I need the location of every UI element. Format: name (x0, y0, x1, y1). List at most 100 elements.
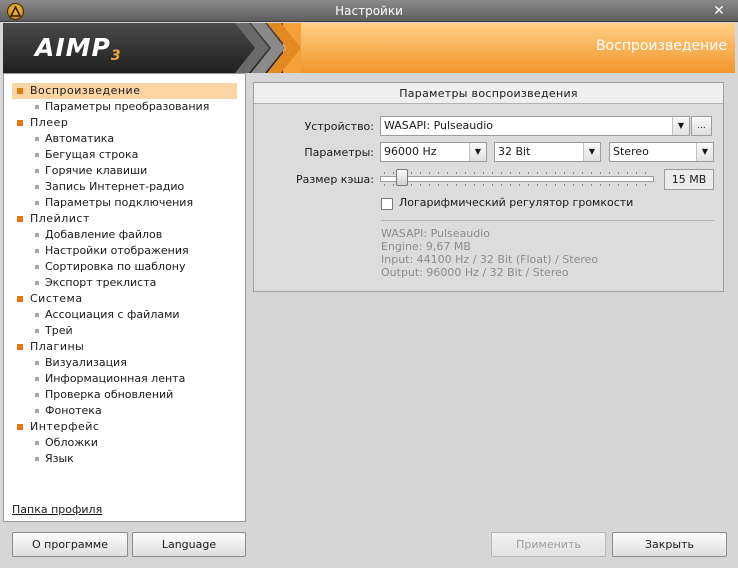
tree-subitem[interactable]: Параметры преобразования (12, 99, 237, 115)
tree-item-label: Добавление файлов (45, 228, 163, 241)
bullet-icon (17, 120, 23, 126)
tree-subitem[interactable]: Параметры подключения (12, 195, 237, 211)
channels-value: Stereo (613, 145, 649, 158)
tree-subitem[interactable]: Трей (12, 323, 237, 339)
tree-category[interactable]: Плейлист (12, 211, 237, 227)
bullet-icon (35, 329, 39, 333)
tree-subitem[interactable]: Экспорт треклиста (12, 275, 237, 291)
about-button[interactable]: О программе (12, 532, 128, 557)
bullet-icon (35, 137, 39, 141)
tree-item-label: Интерфейс (30, 420, 100, 433)
tree-item-label: Плагины (30, 340, 85, 353)
bitdepth-select[interactable]: 32 Bit ▼ (494, 142, 601, 162)
logo-version: 3 (110, 48, 122, 64)
tree-item-label: Плейлист (30, 212, 90, 225)
tree-item-label: Бегущая строка (45, 148, 139, 161)
tree-item-label: Экспорт треклиста (45, 276, 157, 289)
tree-category[interactable]: Плеер (12, 115, 237, 131)
log-volume-checkbox[interactable] (381, 198, 393, 210)
aimp-logo: AIMP3 (35, 33, 122, 64)
tree-subitem[interactable]: Информационная лента (12, 371, 237, 387)
tree-subitem[interactable]: Проверка обновлений (12, 387, 237, 403)
bullet-icon (35, 265, 39, 269)
cache-slider-thumb[interactable] (396, 169, 408, 186)
language-button[interactable]: Language (132, 532, 246, 557)
close-window-icon[interactable]: ✕ (710, 2, 728, 20)
tree-item-label: Плеер (30, 116, 69, 129)
tree-subitem[interactable]: Визуализация (12, 355, 237, 371)
tree-item-label: Автоматика (45, 132, 115, 145)
tree-subitem[interactable]: Ассоциация с файлами (12, 307, 237, 323)
title-bar: Настройки ✕ (0, 0, 738, 22)
tree-item-label: Проверка обновлений (45, 388, 174, 401)
bullet-icon (35, 201, 39, 205)
tree-subitem[interactable]: Обложки (12, 435, 237, 451)
close-button[interactable]: Закрыть (612, 532, 727, 557)
bullet-icon (35, 233, 39, 237)
tree-subitem[interactable]: Сортировка по шаблону (12, 259, 237, 275)
cache-slider-track[interactable] (380, 176, 654, 182)
chevron-down-icon[interactable]: ▼ (672, 117, 689, 135)
tree-item-label: Ассоциация с файлами (45, 308, 180, 321)
samplerate-value: 96000 Hz (384, 145, 437, 158)
chevron-down-icon[interactable]: ▼ (469, 143, 486, 161)
tree-item-label: Информационная лента (45, 372, 186, 385)
bullet-icon (35, 249, 39, 253)
bitdepth-value: 32 Bit (498, 145, 531, 158)
tree-item-label: Язык (45, 452, 74, 465)
tree-item-label: Воспроизведение (30, 84, 141, 97)
apply-button[interactable]: Применить (491, 532, 606, 557)
info-engine: Engine: 9,67 MB (381, 240, 471, 253)
group-title: Параметры воспроизведения (254, 83, 723, 104)
device-options-button[interactable]: ... (691, 116, 712, 136)
chevron-down-icon[interactable]: ▼ (696, 143, 713, 161)
tree-subitem[interactable]: Язык (12, 451, 237, 467)
tree-subitem[interactable]: Запись Интернет-радио (12, 179, 237, 195)
bullet-icon (35, 409, 39, 413)
tree-item-label: Сортировка по шаблону (45, 260, 186, 273)
bullet-icon (17, 296, 23, 302)
device-select[interactable]: WASAPI: Pulseaudio ▼ (380, 116, 690, 136)
tree-subitem[interactable]: Настройки отображения (12, 243, 237, 259)
logo-text: AIMP (35, 33, 111, 62)
channels-select[interactable]: Stereo ▼ (609, 142, 714, 162)
tree-subitem[interactable]: Автоматика (12, 131, 237, 147)
chevron-down-icon[interactable]: ▼ (583, 143, 600, 161)
settings-sidebar: Воспроизведение Параметры преобразования П… (3, 73, 246, 522)
log-volume-label[interactable]: Логарифмический регулятор громкости (399, 196, 633, 209)
bullet-icon (35, 153, 39, 157)
bullet-icon (17, 424, 23, 430)
profile-folder-link[interactable]: Папка профиля (12, 503, 102, 516)
bullet-icon (35, 281, 39, 285)
info-output: Output: 96000 Hz / 32 Bit / Stereo (381, 266, 569, 279)
tree-category[interactable]: Интерфейс (12, 419, 237, 435)
samplerate-select[interactable]: 96000 Hz ▼ (380, 142, 487, 162)
bullet-icon (35, 377, 39, 381)
device-value: WASAPI: Pulseaudio (384, 119, 494, 132)
playback-settings-group: Параметры воспроизведения Устройство: WA… (253, 82, 724, 292)
window-title: Настройки (335, 4, 403, 18)
tree-item-label: Параметры преобразования (45, 100, 210, 113)
device-label: Устройство: (304, 120, 374, 133)
tree-subitem[interactable]: Фонотека (12, 403, 237, 419)
tree-category[interactable]: Плагины (12, 339, 237, 355)
cache-value: 15 MB (664, 169, 714, 190)
tree-item-label: Параметры подключения (45, 196, 194, 209)
bullet-icon (35, 105, 39, 109)
tree-category[interactable]: Система (12, 291, 237, 307)
settings-tree: Воспроизведение Параметры преобразования П… (12, 83, 237, 467)
bullet-icon (17, 88, 23, 94)
tree-item-label: Горячие клавиши (45, 164, 148, 177)
tree-item-label: Визуализация (45, 356, 127, 369)
info-input: Input: 44100 Hz / 32 Bit (Float) / Stere… (381, 253, 599, 266)
header-banner: AIMP3 Воспроизведение (3, 23, 735, 73)
tree-subitem[interactable]: Бегущая строка (12, 147, 237, 163)
tree-subitem[interactable]: Горячие клавиши (12, 163, 237, 179)
tree-subitem[interactable]: Добавление файлов (12, 227, 237, 243)
bullet-icon (17, 344, 23, 350)
bullet-icon (35, 313, 39, 317)
tree-item-label: Трей (45, 324, 73, 337)
tree-category[interactable]: Воспроизведение (12, 83, 237, 99)
divider (381, 220, 714, 221)
params-label: Параметры: (304, 146, 374, 159)
